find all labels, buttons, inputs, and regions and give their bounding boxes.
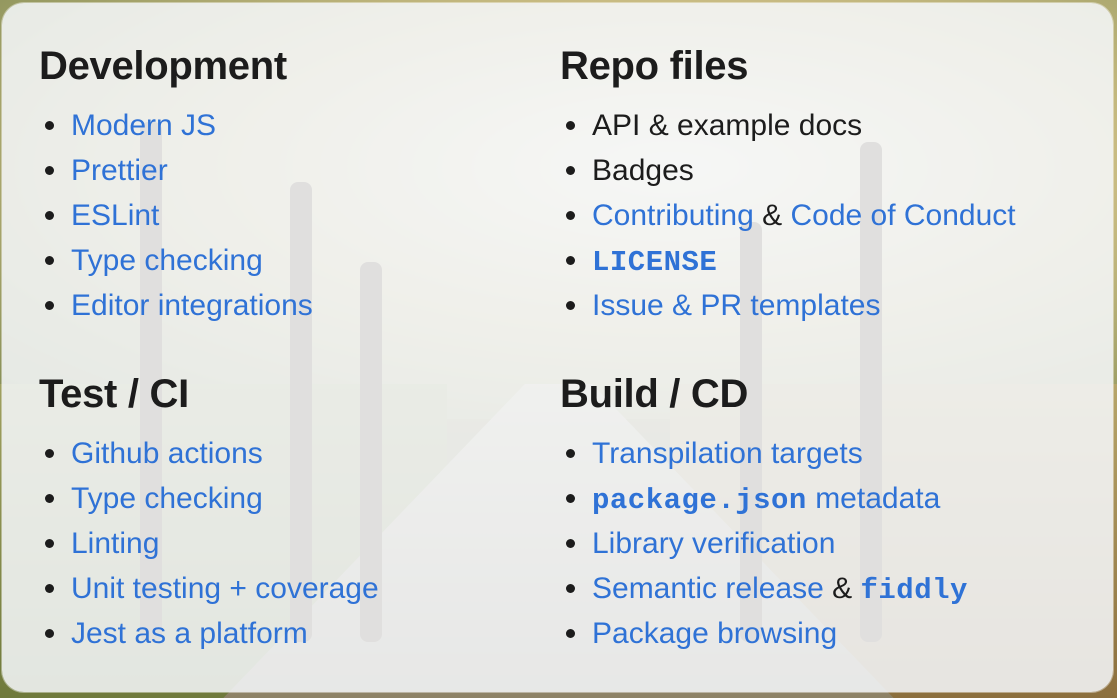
bullet-icon: [566, 449, 575, 458]
bullet-icon: [566, 121, 575, 130]
bullet-icon: [566, 211, 575, 220]
test-ci-list: Github actions Type checking Linting Uni…: [39, 431, 559, 656]
list-item: API & example docs: [560, 103, 1080, 148]
repo-files-list: API & example docs Badges Contributing &…: [560, 103, 1080, 328]
link-package-json[interactable]: package.json: [592, 484, 807, 517]
link-unit-testing[interactable]: Unit testing + coverage: [71, 572, 379, 605]
link-github-actions[interactable]: Github actions: [71, 437, 263, 470]
section-title-build-cd: Build / CD: [560, 372, 749, 416]
build-cd-list: Transpilation targets package.json metad…: [560, 431, 1080, 656]
section-build-cd: Build / CD Transpilation targets package…: [560, 369, 1080, 656]
section-title-repo-files: Repo files: [560, 44, 749, 88]
list-item: Type checking: [39, 238, 559, 283]
section-repo-files: Repo files API & example docs Badges Con…: [560, 41, 1080, 328]
link-modern-js[interactable]: Modern JS: [71, 109, 216, 142]
bullet-icon: [45, 539, 54, 548]
list-item: Package browsing: [560, 611, 1080, 656]
bullet-icon: [566, 166, 575, 175]
text-badges: Badges: [592, 154, 694, 187]
link-metadata[interactable]: metadata: [815, 482, 940, 515]
link-package-browsing[interactable]: Package browsing: [592, 617, 837, 650]
section-test-ci: Test / CI Github actions Type checking L…: [39, 369, 559, 656]
link-library-verification[interactable]: Library verification: [592, 527, 835, 560]
link-eslint[interactable]: ESLint: [71, 199, 159, 232]
link-prettier[interactable]: Prettier: [71, 154, 168, 187]
bullet-icon: [45, 584, 54, 593]
link-transpilation-targets[interactable]: Transpilation targets: [592, 437, 863, 470]
bullet-icon: [45, 449, 54, 458]
ampersand: &: [762, 199, 783, 232]
bullet-icon: [566, 494, 575, 503]
bullet-icon: [566, 584, 575, 593]
bullet-icon: [566, 629, 575, 638]
list-item: Editor integrations: [39, 283, 559, 328]
list-item: package.json metadata: [560, 476, 1080, 521]
list-item: LICENSE: [560, 238, 1080, 283]
link-fiddly[interactable]: fiddly: [861, 574, 968, 607]
bullet-icon: [566, 539, 575, 548]
link-linting[interactable]: Linting: [71, 527, 159, 560]
section-title-test-ci: Test / CI: [39, 372, 189, 416]
bullet-icon: [45, 256, 54, 265]
link-license[interactable]: LICENSE: [592, 246, 717, 279]
list-item: Unit testing + coverage: [39, 566, 559, 611]
bullet-icon: [45, 494, 54, 503]
section-title-development: Development: [39, 44, 287, 88]
bullet-icon: [45, 629, 54, 638]
link-type-checking[interactable]: Type checking: [71, 244, 263, 277]
link-editor-integrations[interactable]: Editor integrations: [71, 289, 313, 322]
link-code-of-conduct[interactable]: Code of Conduct: [790, 199, 1015, 232]
bullet-icon: [45, 301, 54, 310]
list-item: Type checking: [39, 476, 559, 521]
link-jest-platform[interactable]: Jest as a platform: [71, 617, 308, 650]
list-item: Transpilation targets: [560, 431, 1080, 476]
bullet-icon: [45, 211, 54, 220]
bullet-icon: [566, 256, 575, 265]
bullet-icon: [566, 301, 575, 310]
link-semantic-release[interactable]: Semantic release: [592, 572, 824, 605]
list-item: ESLint: [39, 193, 559, 238]
list-item: Jest as a platform: [39, 611, 559, 656]
list-item: Modern JS: [39, 103, 559, 148]
list-item: Github actions: [39, 431, 559, 476]
bullet-icon: [45, 166, 54, 175]
list-item: Prettier: [39, 148, 559, 193]
ampersand: &: [832, 572, 853, 605]
list-item: Contributing & Code of Conduct: [560, 193, 1080, 238]
bullet-icon: [45, 121, 54, 130]
list-item: Linting: [39, 521, 559, 566]
list-item: Library verification: [560, 521, 1080, 566]
link-type-checking-ci[interactable]: Type checking: [71, 482, 263, 515]
link-contributing[interactable]: Contributing: [592, 199, 754, 232]
link-issue-pr-templates[interactable]: Issue & PR templates: [592, 289, 880, 322]
development-list: Modern JS Prettier ESLint Type checking …: [39, 103, 559, 328]
list-item: Semantic release & fiddly: [560, 566, 1080, 611]
section-development: Development Modern JS Prettier ESLint Ty…: [39, 41, 559, 328]
text-api-docs: API & example docs: [592, 109, 863, 142]
list-item: Issue & PR templates: [560, 283, 1080, 328]
content-card: Development Modern JS Prettier ESLint Ty…: [2, 3, 1113, 692]
list-item: Badges: [560, 148, 1080, 193]
